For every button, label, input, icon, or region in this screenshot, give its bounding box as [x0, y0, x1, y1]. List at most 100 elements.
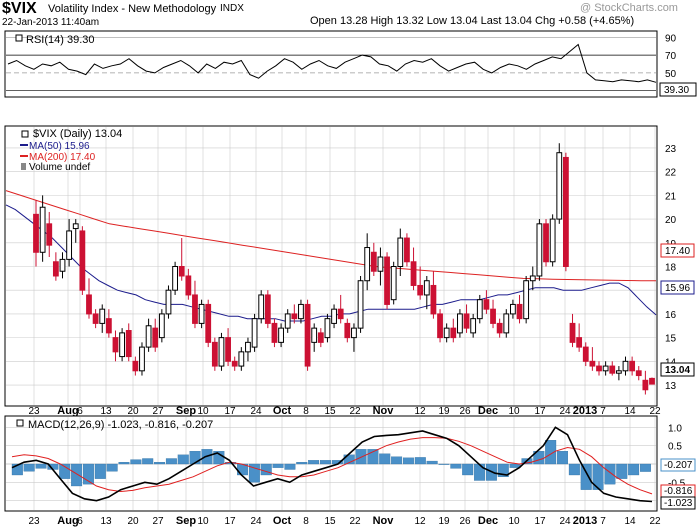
candle-down — [582, 346, 589, 362]
macd-histogram-bar — [426, 460, 438, 465]
candle-down — [516, 303, 523, 320]
macd-histogram-bar — [165, 458, 177, 465]
x-axis-tick: Sep — [176, 405, 196, 417]
candle-down — [496, 322, 503, 334]
price-y-tick: 18 — [665, 263, 677, 274]
candle-up — [66, 230, 73, 260]
x-axis-tick: 17 — [224, 516, 236, 527]
rsi-label: RSI(14) 39.30 — [26, 34, 94, 46]
hist-current-label: -0.207 — [664, 460, 693, 471]
candle-down — [642, 379, 649, 391]
candle-up — [258, 294, 265, 320]
macd-histogram-bar — [450, 463, 462, 469]
x-axis-tick: 22 — [649, 516, 661, 527]
x-axis-tick: 24 — [250, 406, 262, 417]
rsi-panel: 30507090 RSI(14) 39.30 39.30 — [4, 30, 697, 98]
candle-down — [543, 223, 549, 263]
candle-down — [211, 341, 218, 367]
candle-down — [483, 299, 490, 310]
macd-histogram-bar — [106, 463, 118, 472]
x-axis-tick: Aug — [57, 405, 78, 417]
macd-histogram-bar — [604, 463, 616, 485]
x-axis-tick: Nov — [373, 515, 395, 527]
x-axis-tick: 23 — [28, 516, 40, 527]
candle-up — [549, 218, 556, 263]
macd-histogram-bar — [177, 454, 189, 465]
macd-label: MACD(12,26,9) -1.023, -0.816, -0.207 — [28, 419, 213, 431]
candle-up — [158, 313, 165, 339]
macd-histogram-bar — [260, 463, 272, 476]
macd-histogram-bar — [414, 457, 426, 465]
x-axis-tick: Dec — [478, 515, 498, 527]
ma50-current-label: 15.96 — [665, 283, 690, 294]
macd-histogram-bar — [71, 463, 83, 487]
candle-down — [629, 360, 636, 372]
x-axis-tick: 13 — [100, 406, 112, 417]
candle-up — [324, 318, 331, 339]
macd-histogram-bar — [402, 457, 414, 465]
macd-histogram-bar — [379, 453, 391, 465]
macd-histogram-bar — [628, 463, 640, 476]
price-legend-box — [21, 130, 29, 138]
candle-down — [437, 313, 443, 339]
macd-histogram-bar — [296, 462, 308, 465]
candle-down — [33, 213, 39, 253]
price-y-tick: 21 — [665, 191, 677, 202]
candle-down — [132, 360, 139, 372]
candle-down — [291, 313, 298, 320]
price-panel: 1314151617181920212223 $VIX (Daily) 13.0… — [4, 125, 695, 407]
x-axis-tick: 26 — [459, 516, 471, 527]
x-axis-top: 23 Aug6 13 20 27 Sep 10 17 24 Oct 8 15 22 Nov 12 19 26 De… — [28, 405, 661, 417]
x-axis-tick: 10 — [197, 516, 209, 527]
candle-up — [529, 275, 536, 282]
candle-down — [112, 337, 119, 353]
macd-histogram-bar — [308, 460, 320, 465]
x-axis-tick: Dec — [478, 405, 498, 417]
macd-histogram-bar — [284, 463, 296, 470]
candle-down — [178, 266, 185, 277]
candle-up — [284, 313, 291, 329]
x-axis-tick: 15 — [324, 406, 336, 417]
macd-histogram-bar — [272, 463, 284, 468]
candle-down — [370, 251, 377, 272]
candle-up — [556, 152, 563, 220]
macd-histogram-bar — [639, 463, 651, 472]
candle-up — [99, 308, 106, 324]
macd-histogram-bar — [580, 463, 592, 490]
x-axis-tick: 15 — [324, 516, 336, 527]
price-y-tick: 23 — [665, 144, 677, 155]
candle-up — [536, 223, 543, 277]
x-axis-tick: 12 — [414, 406, 426, 417]
candle-down — [463, 313, 470, 329]
candle-up — [278, 327, 284, 343]
price-y-tick: 22 — [665, 168, 677, 179]
candle-down — [52, 261, 59, 277]
x-axis-tick: 17 — [534, 516, 546, 527]
x-axis-tick: 7 — [600, 406, 606, 417]
macd-histogram-bar — [35, 463, 47, 469]
x-axis-tick: 17 — [534, 406, 546, 417]
candle-down — [589, 360, 596, 367]
x-axis-bottom: 23 Aug6 13 20 27 Sep 10 17 24 Oct 8 15 22 Nov 12 19 26 De… — [28, 515, 661, 527]
x-axis-tick: 22 — [349, 406, 361, 417]
x-axis-tick: Aug — [57, 515, 78, 527]
candle-down — [404, 237, 410, 263]
macd-y-tick: 1.0 — [668, 423, 682, 434]
candle-down — [337, 308, 344, 320]
candle-up — [145, 325, 152, 348]
candle-down — [609, 365, 616, 374]
candle-down — [79, 230, 86, 291]
candle-down — [185, 275, 192, 296]
candle-up — [165, 289, 172, 315]
candle-down — [344, 322, 351, 339]
chart-svg: 30507090 RSI(14) 39.30 39.30 13141516171… — [4, 30, 697, 527]
candle-up — [59, 258, 66, 272]
x-axis-tick: 10 — [508, 406, 520, 417]
x-axis-tick: Sep — [176, 515, 196, 527]
candle-down — [86, 294, 92, 315]
candle-up — [311, 327, 318, 343]
candle-up — [251, 318, 258, 348]
x-axis-tick: 6 — [77, 406, 83, 417]
candle-down — [225, 337, 231, 362]
candle-down — [430, 284, 437, 315]
